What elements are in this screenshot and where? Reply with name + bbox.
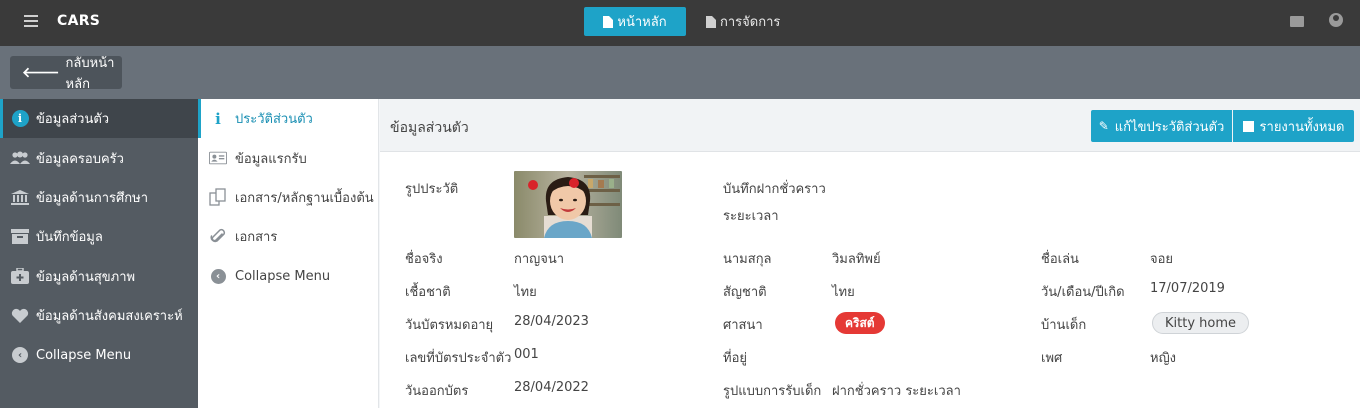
sidebar-item-family[interactable]: ข้อมูลครอบครัว	[0, 138, 198, 177]
sub-menu: i ประวัติส่วนตัว ข้อมูลแรกรับ เอกสาร/หลั…	[198, 99, 379, 408]
hamburger-icon[interactable]	[24, 15, 38, 27]
chevron-left-icon: ‹	[10, 346, 30, 364]
nationality-value: ไทย	[832, 285, 855, 300]
submenu-item-label: เอกสาร/หลักฐานเบื้องต้น	[235, 190, 374, 206]
expiry-value: 28/04/2023	[514, 314, 589, 329]
photo-label: รูปประวัติ	[405, 182, 459, 197]
religion-label: ศาสนา	[723, 318, 763, 333]
nickname-label: ชื่อเล่น	[1041, 252, 1079, 267]
page-title: ข้อมูลส่วนตัว	[390, 120, 469, 136]
nav-manage-label: การจัดการ	[720, 15, 781, 30]
firstname-label: ชื่อจริง	[405, 252, 443, 267]
sidebar-item-label: ข้อมูลส่วนตัว	[36, 112, 110, 128]
users-icon	[10, 149, 30, 167]
sidebar-item-records[interactable]: บันทึกข้อมูล	[0, 217, 198, 256]
panel-header: ข้อมูลส่วนตัว ✎ แก้ไขประวัติส่วนตัว รายง…	[380, 99, 1360, 152]
pencil-icon: ✎	[1098, 119, 1109, 133]
main-content: ข้อมูลส่วนตัว ✎ แก้ไขประวัติส่วนตัว รายง…	[380, 99, 1360, 408]
envelope-icon[interactable]	[1290, 16, 1304, 27]
home-label: บ้านเด็ก	[1041, 318, 1087, 333]
archive-icon	[10, 228, 30, 246]
submenu-item-label: เอกสาร	[235, 230, 278, 246]
back-bar: 🡐 กลับหน้าหลัก	[0, 46, 1360, 99]
religion-badge: คริสต์	[835, 312, 885, 334]
dob-value: 17/07/2019	[1150, 281, 1225, 296]
intake-type-label: รูปแบบการรับเด็ก	[723, 384, 822, 399]
edit-profile-label: แก้ไขประวัติส่วนตัว	[1114, 119, 1225, 135]
gender-value: หญิง	[1150, 351, 1176, 366]
sidebar-item-health[interactable]: ข้อมูลด้านสุขภาพ	[0, 257, 198, 296]
submenu-item-intake[interactable]: ข้อมูลแรกรับ	[198, 138, 378, 177]
sidebar-item-label: บันทึกข้อมูล	[36, 230, 103, 246]
nationality-label: สัญชาติ	[723, 285, 767, 300]
sidebar-item-education[interactable]: ข้อมูลด้านการศึกษา	[0, 178, 198, 217]
lastname-value: วิมลทิพย์	[832, 252, 881, 267]
submenu-item-documents[interactable]: เอกสาร	[198, 217, 378, 256]
intake-type-value: ฝากชั่วคราว ระยะเวลา	[832, 384, 961, 399]
nav-home-button[interactable]: หน้าหลัก	[584, 7, 686, 36]
dob-label: วัน/เดือน/ปีเกิด	[1041, 285, 1125, 300]
app-title[interactable]: CARS	[57, 13, 100, 29]
submenu-item-basic-documents[interactable]: เอกสาร/หลักฐานเบื้องต้น	[198, 178, 378, 217]
deposit-label: บันทึกฝากชั่วคราว	[723, 182, 826, 197]
info-icon: i	[10, 110, 30, 128]
sidebar-item-label: ข้อมูลด้านสุขภาพ	[36, 269, 136, 285]
expiry-label: วันบัตรหมดอายุ	[405, 318, 494, 333]
user-circle-icon[interactable]	[1329, 13, 1343, 27]
all-reports-button[interactable]: รายงานทั้งหมด	[1233, 110, 1354, 142]
file-icon	[706, 15, 716, 28]
top-navbar: CARS หน้าหลัก การจัดการ	[0, 0, 1360, 46]
submenu-collapse-menu[interactable]: ‹ Collapse Menu	[198, 257, 378, 296]
nav-manage-button[interactable]: การจัดการ	[706, 7, 780, 36]
sidebar-item-label: Collapse Menu	[36, 347, 132, 363]
nickname-value: จอย	[1150, 252, 1174, 267]
sidebar-collapse-menu[interactable]: ‹ Collapse Menu	[0, 335, 198, 374]
issue-date-label: วันออกบัตร	[405, 384, 469, 399]
submenu-item-label: ข้อมูลแรกรับ	[235, 151, 307, 167]
nav-home-label: หน้าหลัก	[617, 15, 667, 30]
sidebar-item-social-welfare[interactable]: ข้อมูลด้านสังคมสงเคราะห์	[0, 296, 198, 335]
profile-photo	[514, 171, 622, 238]
file-icon	[603, 15, 614, 28]
copy-icon	[209, 188, 227, 207]
home-badge: Kitty home	[1152, 312, 1250, 334]
paperclip-icon	[209, 228, 227, 246]
info-icon: i	[215, 109, 221, 128]
ethnicity-value: ไทย	[514, 285, 537, 300]
submenu-item-label: Collapse Menu	[235, 268, 331, 284]
chevron-left-icon: ‹	[209, 268, 227, 284]
submenu-item-label: ประวัติส่วนตัว	[235, 112, 313, 128]
medkit-icon	[10, 267, 30, 285]
duration-label: ระยะเวลา	[723, 209, 779, 224]
sidebar-item-personal-info[interactable]: i ข้อมูลส่วนตัว	[0, 99, 198, 139]
firstname-value: กาญจนา	[514, 252, 565, 267]
lastname-label: นามสกุล	[723, 252, 772, 267]
issue-date-value: 28/04/2022	[514, 380, 589, 395]
ethnicity-label: เชื้อชาติ	[405, 285, 451, 300]
sidebar-item-label: ข้อมูลครอบครัว	[36, 151, 124, 167]
submenu-item-personal-history[interactable]: i ประวัติส่วนตัว	[198, 99, 378, 139]
back-to-home-button[interactable]: 🡐 กลับหน้าหลัก	[10, 56, 122, 92]
sidebar-item-label: ข้อมูลด้านสังคมสงเคราะห์	[36, 309, 183, 325]
idcard-label: เลขที่บัตรประจำตัว	[405, 351, 512, 366]
idcard-value: 001	[514, 347, 539, 362]
back-label: กลับหน้าหลัก	[65, 55, 115, 92]
sidebar-item-label: ข้อมูลด้านการศึกษา	[36, 190, 149, 206]
main-sidebar: i ข้อมูลส่วนตัว ข้อมูลครอบครัว ข้อมูลด้า…	[0, 99, 198, 408]
report-icon	[1242, 120, 1254, 132]
gender-label: เพศ	[1041, 351, 1063, 366]
all-reports-label: รายงานทั้งหมด	[1259, 119, 1345, 135]
edit-profile-button[interactable]: ✎ แก้ไขประวัติส่วนตัว	[1091, 110, 1232, 142]
heart-icon	[10, 307, 30, 325]
address-label: ที่อยู่	[723, 351, 747, 366]
arrow-left-icon: 🡐	[22, 65, 60, 81]
id-card-icon	[209, 151, 227, 165]
institution-icon	[10, 188, 30, 206]
